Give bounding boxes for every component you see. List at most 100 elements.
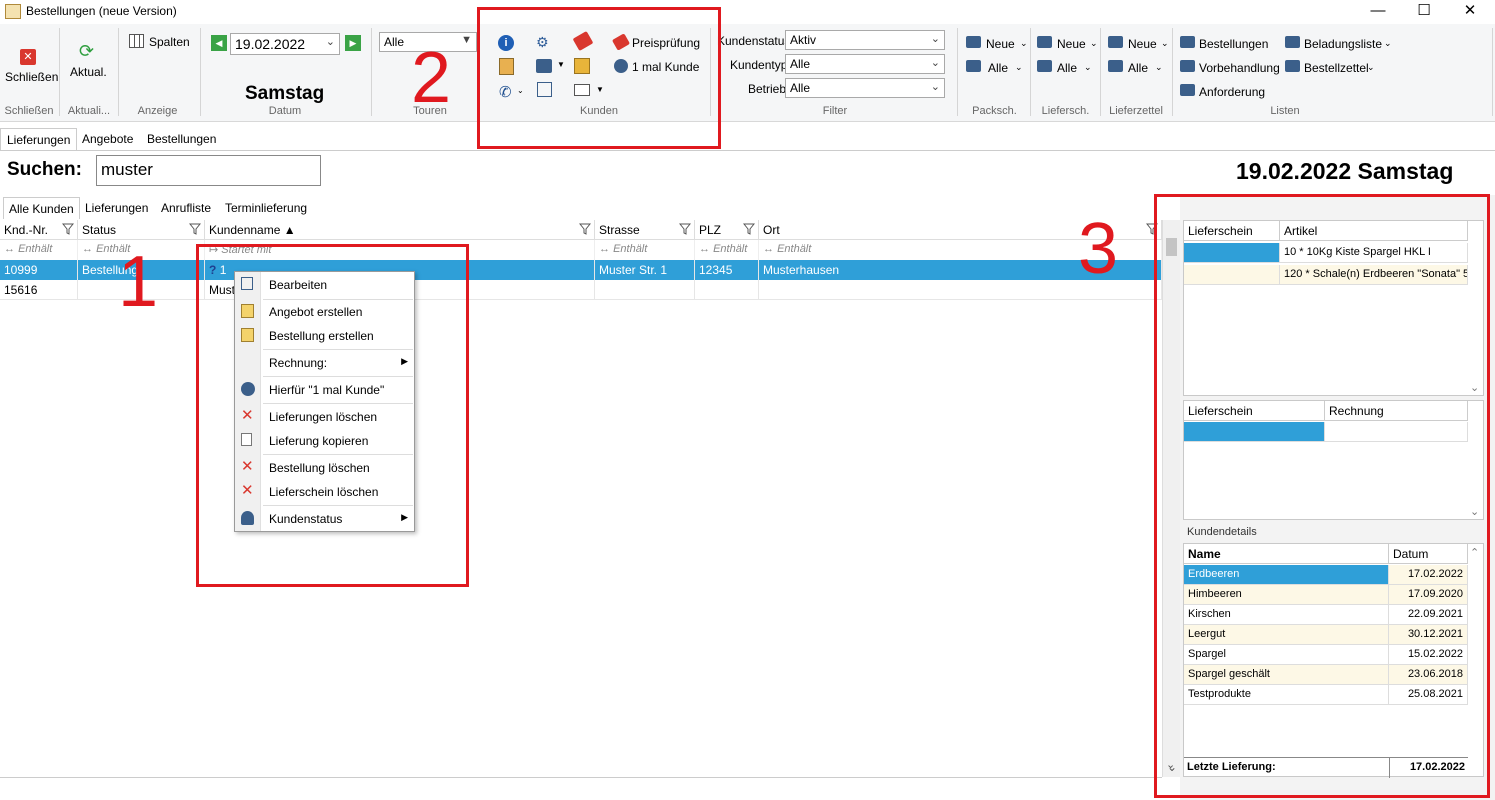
packing-new-button[interactable]: Neue [986, 37, 1015, 51]
group-label: Datum [268, 105, 302, 117]
group-label: Filter [822, 105, 848, 117]
refresh-button[interactable]: Aktual. [70, 65, 107, 79]
chevron-down-icon[interactable]: ⌄ [1084, 62, 1092, 73]
app-icon [5, 4, 21, 19]
plant-select[interactable]: Alle ⌄ [785, 78, 945, 98]
refresh-icon: ⟳ [79, 41, 95, 61]
tab-offers[interactable]: Angebote [76, 128, 139, 150]
group-label: Lieferzettel [1109, 105, 1163, 117]
print-icon [1285, 60, 1300, 72]
delivery-all-button[interactable]: Alle [1057, 61, 1077, 75]
table-row[interactable]: 10999 Bestellung: ? 1 Muster Str. 1 1234… [0, 260, 1162, 280]
filter-icon[interactable] [579, 223, 591, 235]
filter-row: ↔ Enthält ↔ Enthält ↦ Startet mit ↔ Enth… [0, 240, 1162, 260]
close-button[interactable]: Schließen [5, 70, 58, 84]
filter-icon[interactable] [679, 223, 691, 235]
group-label: Packsch. [972, 105, 1017, 117]
grid-header: Knd.-Nr. Status Kundenname ▲ Strasse PLZ… [0, 220, 1162, 240]
close-window-icon[interactable]: ✕ [1447, 0, 1493, 24]
tab-scheduled-delivery[interactable]: Terminlieferung [220, 197, 312, 219]
tab-orders[interactable]: Bestellungen [141, 128, 222, 150]
search-label: Suchen: [7, 159, 82, 180]
filter-icon[interactable] [62, 223, 74, 235]
title-bar: Bestellungen (neue Version) — ☐ ✕ [0, 0, 1495, 24]
chevron-down-icon[interactable]: ⌄ [1020, 38, 1028, 49]
chevron-down-icon: ▼ [461, 34, 472, 46]
customer-type-select[interactable]: Alle ⌄ [785, 54, 945, 74]
chevron-down-icon: ⌄ [930, 33, 940, 45]
group-label: Liefersch. [1041, 105, 1090, 117]
filter-cell[interactable]: ↔ Enthält [0, 240, 78, 260]
chevron-down-icon: ⌄ [930, 81, 940, 93]
delivery-new-button[interactable]: Neue [1057, 37, 1086, 51]
date-value: 19.02.2022 [235, 36, 306, 52]
tab-all-customers[interactable]: Alle Kunden [3, 197, 80, 219]
chevron-down-icon[interactable]: ⌄ [1384, 38, 1392, 49]
date-heading: 19.02.2022 Samstag [1236, 158, 1454, 184]
annotation-number-1: 1 [118, 242, 159, 322]
search-input[interactable]: muster [96, 155, 321, 186]
column-header[interactable]: Status [78, 220, 205, 240]
chevron-down-icon[interactable]: ⌄ [1090, 38, 1098, 49]
column-header[interactable]: Strasse [595, 220, 695, 240]
print-icon [1180, 36, 1195, 48]
annotation-box-1 [196, 244, 469, 587]
customer-status-select[interactable]: Aktiv ⌄ [785, 30, 945, 50]
column-header[interactable]: PLZ [695, 220, 759, 240]
group-label: Schließen [4, 105, 54, 117]
filter-plant-label: Betrieb: [748, 82, 790, 96]
chevron-down-icon[interactable]: ⌄ [1367, 62, 1375, 73]
tab-call-list[interactable]: Anrufliste [156, 197, 216, 219]
table-row[interactable]: 15616 Must [0, 280, 1162, 300]
chevron-down-icon: ⌄ [325, 36, 335, 48]
window-title: Bestellungen (neue Version) [26, 4, 177, 18]
annotation-number-2: 2 [411, 38, 452, 118]
print-icon [1037, 60, 1052, 72]
filter-cell[interactable]: ↔ Enthält [595, 240, 695, 260]
chevron-down-icon[interactable]: ⌄ [1155, 62, 1163, 73]
annotation-box-2 [477, 7, 721, 149]
annotation-box-3 [1154, 194, 1490, 798]
filter-icon[interactable] [743, 223, 755, 235]
print-icon [966, 36, 981, 48]
close-icon: ✕ [20, 49, 36, 65]
print-icon [1180, 60, 1195, 72]
filter-icon[interactable] [189, 223, 201, 235]
columns-icon [129, 34, 144, 48]
weekday-label: Samstag [245, 83, 325, 104]
list-orders-button[interactable]: Bestellungen [1199, 37, 1268, 51]
tab-sub-deliveries[interactable]: Lieferungen [80, 197, 153, 219]
group-label: Anzeige [137, 105, 178, 117]
minimize-icon[interactable]: — [1355, 0, 1401, 24]
print-icon [966, 60, 981, 72]
chevron-down-icon[interactable]: ⌄ [1161, 38, 1169, 49]
list-request-button[interactable]: Anforderung [1199, 85, 1265, 99]
print-icon [1108, 36, 1123, 48]
delivery-slip-new-button[interactable]: Neue [1128, 37, 1157, 51]
print-icon [1037, 36, 1052, 48]
print-icon [1108, 60, 1123, 72]
next-date-icon[interactable]: ▶ [345, 35, 361, 51]
packing-all-button[interactable]: Alle [988, 61, 1008, 75]
tab-deliveries[interactable]: Lieferungen [0, 128, 78, 150]
column-header[interactable]: Kundenname ▲ [205, 220, 595, 240]
delivery-slip-all-button[interactable]: Alle [1128, 61, 1148, 75]
filter-status-label: Kundenstatus: [717, 34, 794, 48]
annotation-number-3: 3 [1078, 209, 1119, 289]
maximize-icon[interactable]: ☐ [1401, 0, 1447, 24]
chevron-down-icon: ⌄ [930, 57, 940, 69]
group-label: Listen [1270, 105, 1300, 117]
print-icon [1180, 84, 1195, 96]
columns-button[interactable]: Spalten [149, 35, 190, 49]
group-label: Aktuali... [67, 105, 111, 117]
date-picker[interactable]: 19.02.2022 ⌄ [230, 33, 340, 55]
chevron-down-icon[interactable]: ⌄ [1015, 62, 1023, 73]
list-prehandling-button[interactable]: Vorbehandlung [1199, 61, 1280, 75]
list-loading-button[interactable]: Beladungsliste [1304, 37, 1382, 51]
prev-date-icon[interactable]: ◀ [211, 35, 227, 51]
filter-cell[interactable]: ↔ Enthält [695, 240, 759, 260]
column-header[interactable]: Knd.-Nr. [0, 220, 78, 240]
print-icon [1285, 36, 1300, 48]
filter-type-label: Kundentyp: [730, 58, 791, 72]
list-slip-button[interactable]: Bestellzettel [1304, 61, 1369, 75]
